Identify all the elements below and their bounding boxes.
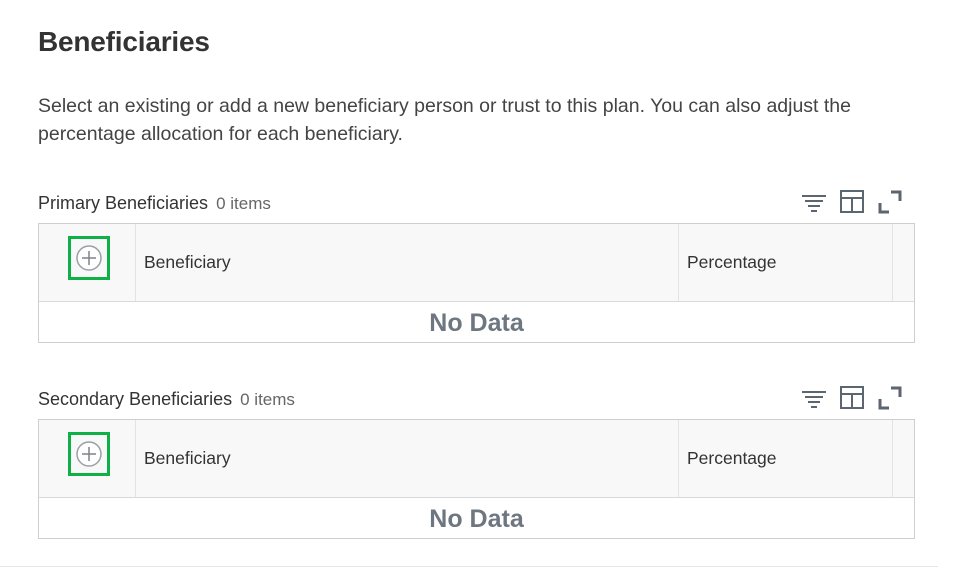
column-label: Beneficiary bbox=[144, 252, 231, 272]
columns-icon[interactable] bbox=[839, 385, 865, 411]
beneficiaries-page: Beneficiaries Select an existing or add … bbox=[0, 0, 958, 582]
section-title-text: Secondary Beneficiaries bbox=[38, 389, 233, 409]
secondary-beneficiaries-section: Secondary Beneficiaries 0 items Benefici… bbox=[38, 385, 915, 539]
table-header-row: Beneficiary Percentage bbox=[39, 420, 914, 498]
section-header: Primary Beneficiaries 0 items bbox=[38, 189, 915, 219]
column-label: Percentage bbox=[687, 252, 777, 272]
section-title: Primary Beneficiaries 0 items bbox=[38, 193, 271, 214]
add-column bbox=[39, 420, 136, 497]
column-header-beneficiary[interactable]: Beneficiary bbox=[136, 420, 679, 497]
section-header: Secondary Beneficiaries 0 items bbox=[38, 385, 915, 415]
section-title: Secondary Beneficiaries 0 items bbox=[38, 389, 295, 410]
filter-icon[interactable] bbox=[801, 189, 827, 215]
empty-state: No Data bbox=[429, 309, 524, 337]
expand-icon[interactable] bbox=[877, 189, 903, 215]
column-label: Percentage bbox=[687, 448, 777, 468]
column-header-percentage[interactable]: Percentage bbox=[679, 420, 893, 497]
section-title-text: Primary Beneficiaries bbox=[38, 193, 209, 213]
empty-state: No Data bbox=[429, 505, 524, 533]
divider bbox=[0, 566, 938, 567]
table-toolbar bbox=[801, 189, 911, 215]
item-count: 0 items bbox=[216, 194, 271, 213]
page-title: Beneficiaries bbox=[38, 26, 210, 57]
table-header-row: Beneficiary Percentage bbox=[39, 224, 914, 302]
table-toolbar bbox=[801, 385, 911, 411]
add-row-button[interactable] bbox=[68, 432, 110, 476]
column-label: Beneficiary bbox=[144, 448, 231, 468]
expand-icon[interactable] bbox=[877, 385, 903, 411]
item-count: 0 items bbox=[240, 390, 295, 409]
add-row-icon bbox=[76, 245, 102, 271]
filter-icon[interactable] bbox=[801, 385, 827, 411]
add-column bbox=[39, 224, 136, 301]
add-row-button[interactable] bbox=[68, 236, 110, 280]
column-header-beneficiary[interactable]: Beneficiary bbox=[136, 224, 679, 301]
primary-beneficiaries-table: Beneficiary Percentage No Data bbox=[38, 223, 915, 343]
columns-icon[interactable] bbox=[839, 189, 865, 215]
add-row-icon bbox=[76, 441, 102, 467]
page-description: Select an existing or add a new benefici… bbox=[38, 95, 852, 145]
secondary-beneficiaries-table: Beneficiary Percentage No Data bbox=[38, 419, 915, 539]
primary-beneficiaries-section: Primary Beneficiaries 0 items Beneficiar… bbox=[38, 189, 915, 343]
column-header-percentage[interactable]: Percentage bbox=[679, 224, 893, 301]
